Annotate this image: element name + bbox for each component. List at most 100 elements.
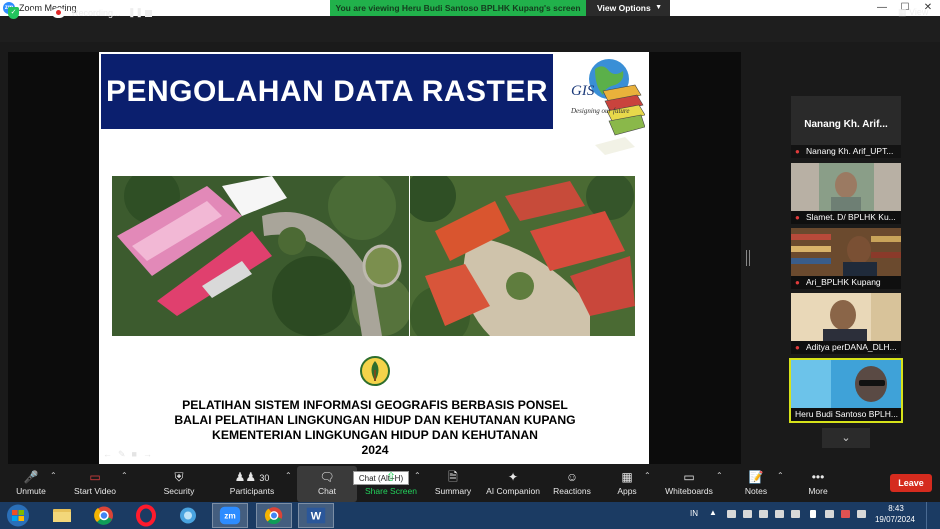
more-label: More bbox=[808, 486, 828, 496]
gallery-scroll-down-button[interactable]: ⌄ bbox=[822, 428, 870, 448]
chevron-down-icon: ▼ bbox=[655, 4, 662, 11]
notes-label: Notes bbox=[744, 486, 768, 496]
ai-companion-button[interactable]: ✦ AI Companion bbox=[484, 466, 542, 502]
chat-button[interactable]: 🗨 Chat bbox=[297, 466, 357, 502]
tray-app-icon[interactable] bbox=[791, 510, 800, 518]
whiteboards-button[interactable]: ▭ Whiteboards bbox=[662, 466, 716, 502]
participant-name: Nanang Kh. Arif_UPT... bbox=[791, 145, 901, 158]
opera-icon[interactable] bbox=[128, 503, 164, 528]
gis-logo: GIS Designing our future bbox=[570, 59, 645, 155]
bluetooth-icon[interactable] bbox=[810, 510, 816, 518]
chrome-icon[interactable] bbox=[86, 503, 122, 528]
mic-muted-icon: ● bbox=[795, 213, 800, 222]
participants-options-caret[interactable]: ⌃ bbox=[285, 471, 292, 480]
video-options-caret[interactable]: ⌃ bbox=[121, 471, 128, 480]
slide-text-line-3: KEMENTERIAN LINGKUNGAN HIDUP DAN KEHUTAN… bbox=[212, 428, 538, 442]
whiteboard-options-caret[interactable]: ⌃ bbox=[716, 471, 723, 480]
smiley-icon: ☺ bbox=[565, 470, 579, 484]
slide-nav-controls[interactable]: ←✎■→ bbox=[103, 449, 158, 460]
volume-icon[interactable] bbox=[857, 510, 866, 518]
tray-app-icon[interactable] bbox=[727, 510, 736, 518]
participant-tile[interactable]: Aditya perDANA_DLH... ● bbox=[791, 293, 901, 354]
chat-bubble-icon: 🗨 bbox=[319, 470, 335, 484]
audio-options-caret[interactable]: ⌃ bbox=[50, 471, 57, 480]
mic-muted-icon: ● bbox=[795, 343, 800, 352]
participants-button[interactable]: ♟♟ 30 Participants bbox=[225, 466, 279, 502]
clock-date[interactable]: 19/07/2024 bbox=[869, 515, 921, 524]
zoom-taskbar-icon[interactable]: zm bbox=[212, 503, 248, 528]
participant-tile-active-speaker[interactable]: Heru Budi Santoso BPLH... bbox=[789, 358, 903, 423]
panel-resize-handle[interactable] bbox=[746, 250, 750, 266]
gis-logo-text: GIS bbox=[571, 83, 595, 99]
unmute-button[interactable]: 🎤 Unmute bbox=[6, 466, 56, 502]
apps-label: Apps bbox=[617, 486, 637, 496]
participant-video bbox=[791, 360, 901, 408]
participant-video bbox=[791, 163, 901, 211]
notes-button[interactable]: 📝 Notes bbox=[740, 466, 772, 502]
word-icon[interactable]: W bbox=[298, 503, 334, 528]
pause-recording-button[interactable]: ❚❚ bbox=[128, 7, 143, 18]
whiteboards-label: Whiteboards bbox=[665, 486, 713, 496]
recording-status: Recording... bbox=[72, 8, 121, 18]
network-icon[interactable] bbox=[825, 510, 834, 518]
participants-label: Participants bbox=[229, 486, 275, 496]
tray-app-icon[interactable] bbox=[743, 510, 752, 518]
participant-name: Ari_BPLHK Kupang bbox=[791, 276, 901, 289]
stop-recording-button[interactable] bbox=[145, 10, 152, 17]
whiteboard-icon: ▭ bbox=[683, 470, 695, 484]
slide-text-line-1: PELATIHAN SISTEM INFORMASI GEOGRAFIS BER… bbox=[182, 398, 568, 412]
more-dots-icon: ••• bbox=[811, 470, 825, 484]
ai-companion-icon[interactable]: ✦ bbox=[28, 5, 38, 19]
participant-display-name: Nanang Kh. Arif... bbox=[804, 119, 888, 130]
security-label: Security bbox=[163, 486, 195, 496]
view-button-label: View bbox=[909, 7, 929, 17]
share-screen-button[interactable]: ⇧ Share Screen bbox=[362, 466, 420, 502]
tray-app-icon[interactable] bbox=[775, 510, 784, 518]
notification-flag-icon[interactable] bbox=[841, 510, 850, 518]
svg-text:W: W bbox=[311, 511, 322, 523]
participant-name: Slamet. D/ BPLHK Ku... bbox=[791, 211, 901, 224]
slide-text-line-4: 2024 bbox=[361, 443, 389, 457]
recording-cloud-icon bbox=[52, 8, 65, 18]
participants-count: 30 bbox=[259, 473, 270, 483]
show-desktop-button[interactable] bbox=[926, 502, 940, 529]
participant-tile[interactable]: Nanang Kh. Arif... Nanang Kh. Arif_UPT..… bbox=[791, 96, 901, 158]
start-video-button[interactable]: ▭ Start Video bbox=[68, 466, 122, 502]
participant-video bbox=[791, 293, 901, 341]
view-options-button[interactable]: View Options ▼ bbox=[586, 0, 670, 16]
svg-text:zm: zm bbox=[224, 512, 235, 521]
participant-tile[interactable]: Ari_BPLHK Kupang ● bbox=[791, 228, 901, 289]
file-explorer-icon[interactable] bbox=[44, 503, 80, 528]
video-off-icon: ▭ bbox=[89, 470, 101, 484]
participant-video bbox=[791, 228, 901, 276]
shield-icon: ⛨ bbox=[174, 470, 184, 484]
tray-app-icon[interactable] bbox=[759, 510, 768, 518]
encryption-shield-icon[interactable]: ✓ bbox=[8, 7, 19, 19]
leave-button[interactable]: Leave bbox=[890, 474, 932, 492]
show-hidden-icons-chevron-icon[interactable]: ▲ bbox=[709, 508, 717, 517]
apps-button[interactable]: ▦ Apps bbox=[610, 466, 644, 502]
summary-doc-icon: 🗎 bbox=[448, 470, 458, 484]
apps-options-caret[interactable]: ⌃ bbox=[644, 471, 651, 480]
summary-button[interactable]: 🗎 Summary bbox=[430, 466, 476, 502]
security-button[interactable]: ⛨ Security bbox=[157, 466, 201, 502]
participant-name: Aditya perDANA_DLH... bbox=[791, 341, 901, 354]
mic-muted-icon: ● bbox=[795, 147, 800, 156]
minimize-button[interactable]: — bbox=[872, 1, 892, 15]
more-button[interactable]: ••• More bbox=[802, 466, 834, 502]
mic-muted-icon: ● bbox=[795, 278, 800, 287]
chat-label: Chat bbox=[318, 486, 336, 496]
view-button[interactable]: ▦ View bbox=[898, 7, 928, 18]
notes-options-caret[interactable]: ⌃ bbox=[777, 471, 784, 480]
share-options-caret[interactable]: ⌃ bbox=[414, 471, 421, 480]
share-screen-label: Share Screen bbox=[365, 486, 417, 496]
input-language-indicator[interactable]: IN bbox=[690, 509, 698, 518]
clock-time[interactable]: 8:43 bbox=[874, 504, 918, 513]
chrome-icon-second[interactable] bbox=[256, 503, 292, 528]
reactions-button[interactable]: ☺ Reactions bbox=[550, 466, 594, 502]
participant-tile[interactable]: Slamet. D/ BPLHK Ku... ● bbox=[791, 163, 901, 224]
windows-start-icon[interactable] bbox=[4, 503, 32, 528]
people-icon: ♟♟ 30 bbox=[234, 470, 270, 484]
slide-title: PENGOLAHAN DATA RASTER bbox=[105, 75, 549, 108]
photos-app-icon[interactable] bbox=[170, 503, 206, 528]
